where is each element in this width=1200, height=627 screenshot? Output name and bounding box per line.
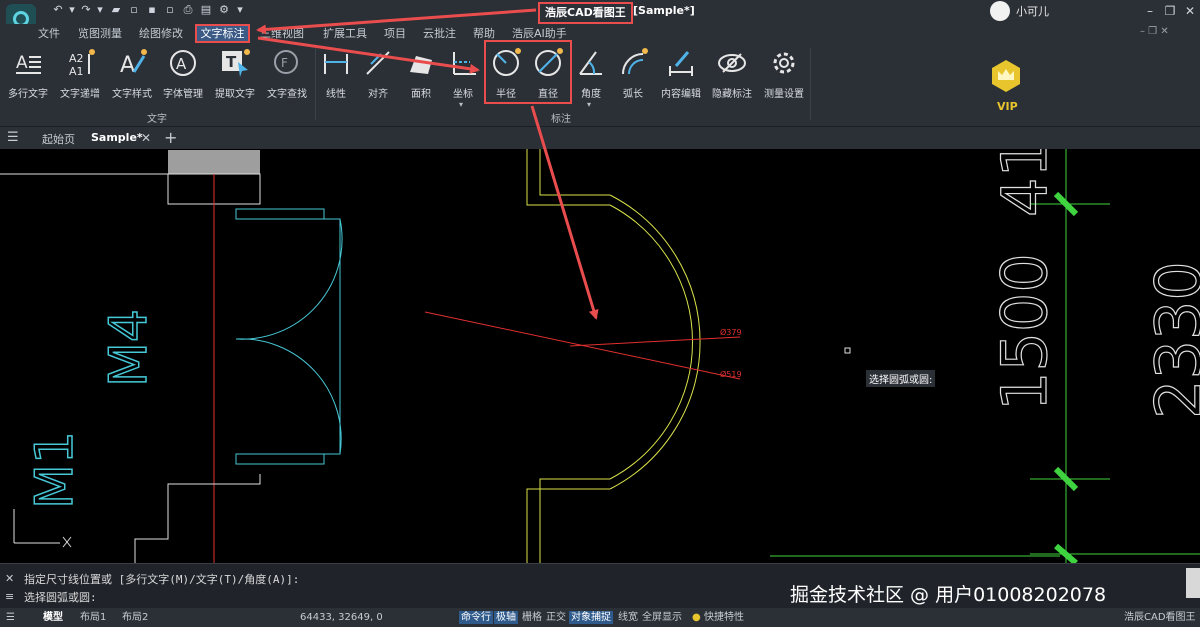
annotation-arrows: [256, 8, 599, 320]
toggle-lineweight[interactable]: 线宽: [618, 611, 638, 624]
tab-layout1[interactable]: 布局1: [80, 611, 106, 624]
tab-layout2[interactable]: 布局2: [122, 611, 148, 624]
tab-model[interactable]: 模型: [43, 611, 63, 624]
status-app-name: 浩辰CAD看图王: [1124, 612, 1196, 623]
command-history-line: 指定尺寸线位置或 [多行文字(M)/文字(T)/角度(A)]:: [24, 573, 300, 586]
scrollbar[interactable]: [1186, 568, 1200, 598]
toggle-command-line[interactable]: 命令行: [459, 611, 493, 624]
hamburger-menu-icon[interactable]: ☰: [6, 611, 15, 624]
toggle-grid[interactable]: 栅格: [522, 611, 542, 624]
close-icon[interactable]: ✕: [5, 572, 14, 585]
quick-properties-icon: ●: [692, 612, 701, 623]
watermark: 掘金技术社区 @ 用户01008202078: [790, 584, 1107, 606]
toggle-fullscreen[interactable]: 全屏显示: [642, 611, 682, 624]
toggle-ortho[interactable]: 正交: [546, 611, 566, 624]
command-input[interactable]: 选择圆弧或圆:: [24, 589, 97, 605]
cursor-coordinates: 64433, 32649, 0: [300, 612, 383, 623]
toggle-quick-properties[interactable]: 快捷特性: [704, 611, 744, 624]
toggle-object-snap[interactable]: 对象捕捉: [569, 611, 613, 624]
toggle-polar[interactable]: 极轴: [494, 611, 518, 624]
command-grip-icon[interactable]: ≡: [5, 590, 14, 603]
